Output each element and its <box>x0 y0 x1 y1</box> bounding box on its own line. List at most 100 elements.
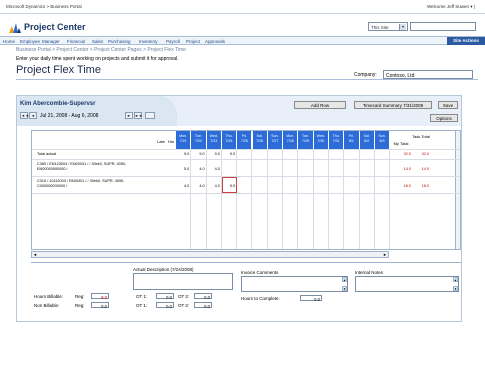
nav-item-sales[interactable]: Sales <box>92 39 103 44</box>
company-select[interactable]: Contoso, Ltd <box>383 70 473 79</box>
total-actual-cell: 9.0 <box>199 152 205 156</box>
calendar-button[interactable] <box>145 112 155 119</box>
row-2-hour-cell[interactable]: 4.0 <box>207 184 220 188</box>
actual-description-textarea[interactable] <box>133 273 233 290</box>
grid-horizontal-scrollbar[interactable]: ◄ ► <box>31 251 389 258</box>
nav-item-purchasing[interactable]: Purchasing <box>108 39 131 44</box>
day-column <box>344 149 360 249</box>
timecard-summary-button[interactable]: Timecard Summary 7/31/2008 <box>354 101 432 109</box>
day-header: Sun. 8/3 <box>374 131 391 149</box>
scroll-left-icon[interactable]: ◄ <box>32 252 38 257</box>
nav-item-employee[interactable]: Employee <box>20 39 40 44</box>
hours-billable-label: Hours Billable: <box>34 294 64 299</box>
col-header-hrs: Hrs <box>167 139 175 144</box>
selected-cell[interactable] <box>221 177 238 193</box>
day-column <box>283 149 299 249</box>
grid-divider <box>32 149 460 150</box>
day-header: Wed. 7/23 <box>206 131 222 149</box>
day-header-date: 7/29 <box>302 138 310 143</box>
total-actual-cell: 9.0 <box>229 152 236 156</box>
nonbill-ot1-field[interactable]: 0.0 <box>156 302 174 309</box>
row-1-description[interactable]: C369 / EN123004 / EN00031 / / 30ek0, SUP… <box>37 162 149 172</box>
worker-name: Kim Abercombie-Supervsr <box>20 101 96 107</box>
search-scope-select[interactable]: This Site ▾ <box>368 22 408 31</box>
day-column <box>329 149 345 249</box>
last-period-button[interactable]: ►► <box>134 112 143 119</box>
nonbill-ot2-field[interactable]: 0.0 <box>194 302 212 309</box>
day-header: Tue. 7/22 <box>191 131 207 149</box>
company-label: Company: <box>354 72 377 78</box>
day-header: Thu. 7/31 <box>329 131 345 149</box>
row-1-hour-cell[interactable]: 5.0 <box>176 167 189 171</box>
row-2-description[interactable]: C310 / 10112003 / PA00401 / / 30ek0, SUP… <box>37 179 149 189</box>
billable-ot1-label: OT 1: <box>136 294 148 299</box>
section-divider <box>31 262 461 263</box>
top-bar: Microsoft Dynamics > Business Portal Wel… <box>0 0 485 14</box>
day-column <box>360 149 375 249</box>
total-actual-cell: 9.0 <box>184 152 190 156</box>
day-column <box>222 149 238 249</box>
actual-description-label: Actual Description (7/24/2008) <box>133 267 194 272</box>
add-row-button[interactable]: Add Row <box>294 101 346 109</box>
site-title[interactable]: Project Center <box>24 22 86 32</box>
col-header-my-total: My Total <box>393 141 409 146</box>
scroll-down-icon[interactable]: ▼ <box>453 286 458 291</box>
billable-reg-field[interactable]: 9.0 <box>91 293 109 300</box>
day-header: Sun. 7/27 <box>267 131 284 149</box>
grid-divider <box>32 159 460 160</box>
nonbill-ot2-label: OT 2: <box>178 303 190 308</box>
day-column <box>268 149 284 249</box>
save-button[interactable]: Save <box>438 101 458 109</box>
scroll-down-icon[interactable]: ▼ <box>342 286 347 291</box>
invoice-comments-textarea[interactable]: ▲ ▼ <box>241 276 348 292</box>
next-period-button[interactable]: ► <box>125 112 133 119</box>
non-billable-label: Non Billable: <box>34 303 60 308</box>
day-header: Mon. 7/21 <box>176 131 192 149</box>
nav-item-home[interactable]: Home <box>3 39 15 44</box>
hours-to-complete-field[interactable]: 0.0 <box>300 295 322 302</box>
scroll-up-icon[interactable]: ▲ <box>342 277 347 282</box>
welcome-menu[interactable]: Welcome Jeff Suwen ▾ | <box>427 4 475 10</box>
day-header-date: 7/22 <box>194 138 202 143</box>
day-header: Sat. 8/2 <box>359 131 375 149</box>
nav-item-payroll[interactable]: Payroll <box>166 39 180 44</box>
first-period-button[interactable]: ◄◄ <box>20 112 29 119</box>
day-header: Tue. 7/29 <box>298 131 314 149</box>
row-2-hour-cell[interactable]: 4.0 <box>176 184 189 188</box>
internal-notes-textarea[interactable]: ▲ ▼ <box>355 276 459 292</box>
nav-item-inventory[interactable]: Inventory <box>139 39 158 44</box>
day-column <box>191 149 207 249</box>
nav-item-manager[interactable]: Manager <box>42 39 60 44</box>
day-header-date: 7/21 <box>179 138 187 143</box>
billable-ot2-field[interactable]: 0.0 <box>194 293 212 300</box>
row-1-hour-cell[interactable]: 4.0 <box>191 167 204 171</box>
scroll-up-icon[interactable]: ▲ <box>453 277 458 282</box>
breadcrumb[interactable]: Business Portal > Project Center > Proje… <box>16 47 186 53</box>
total-my-total: 32.0 <box>403 152 411 156</box>
day-header-date: 7/24 <box>225 138 233 143</box>
row-2-hour-cell[interactable]: 4.0 <box>191 184 204 188</box>
options-button[interactable]: Options <box>430 114 458 122</box>
nav-item-financial[interactable]: Financial <box>67 39 85 44</box>
day-column <box>298 149 314 249</box>
site-actions-button[interactable]: Site Actions <box>447 37 485 45</box>
day-header-date: 7/27 <box>271 138 279 143</box>
breadcrumb-root[interactable]: Microsoft Dynamics > Business Portal <box>6 4 82 9</box>
day-header: Thu. 7/24 <box>221 131 238 149</box>
day-column <box>375 149 391 249</box>
nonbill-reg-label: Reg: <box>75 303 85 308</box>
nonbill-reg-field[interactable]: 0.0 <box>91 302 109 309</box>
billable-ot1-field[interactable]: 0.0 <box>156 293 174 300</box>
prev-period-button[interactable]: ◄ <box>29 112 37 119</box>
row-1-hour-cell[interactable]: 4.0 <box>207 167 220 171</box>
day-column <box>237 149 253 249</box>
nav-item-project[interactable]: Project <box>186 39 200 44</box>
day-header-date: 7/31 <box>332 138 340 143</box>
invoice-comments-label: Invoice Comments <box>241 270 279 275</box>
nav-item-approvals[interactable]: Approvals <box>205 39 225 44</box>
page-title: Project Flex Time <box>16 64 101 76</box>
day-header-date: 7/25 <box>240 138 248 143</box>
search-input[interactable] <box>410 22 476 31</box>
day-column <box>207 149 222 249</box>
scroll-right-icon[interactable]: ► <box>382 252 388 257</box>
